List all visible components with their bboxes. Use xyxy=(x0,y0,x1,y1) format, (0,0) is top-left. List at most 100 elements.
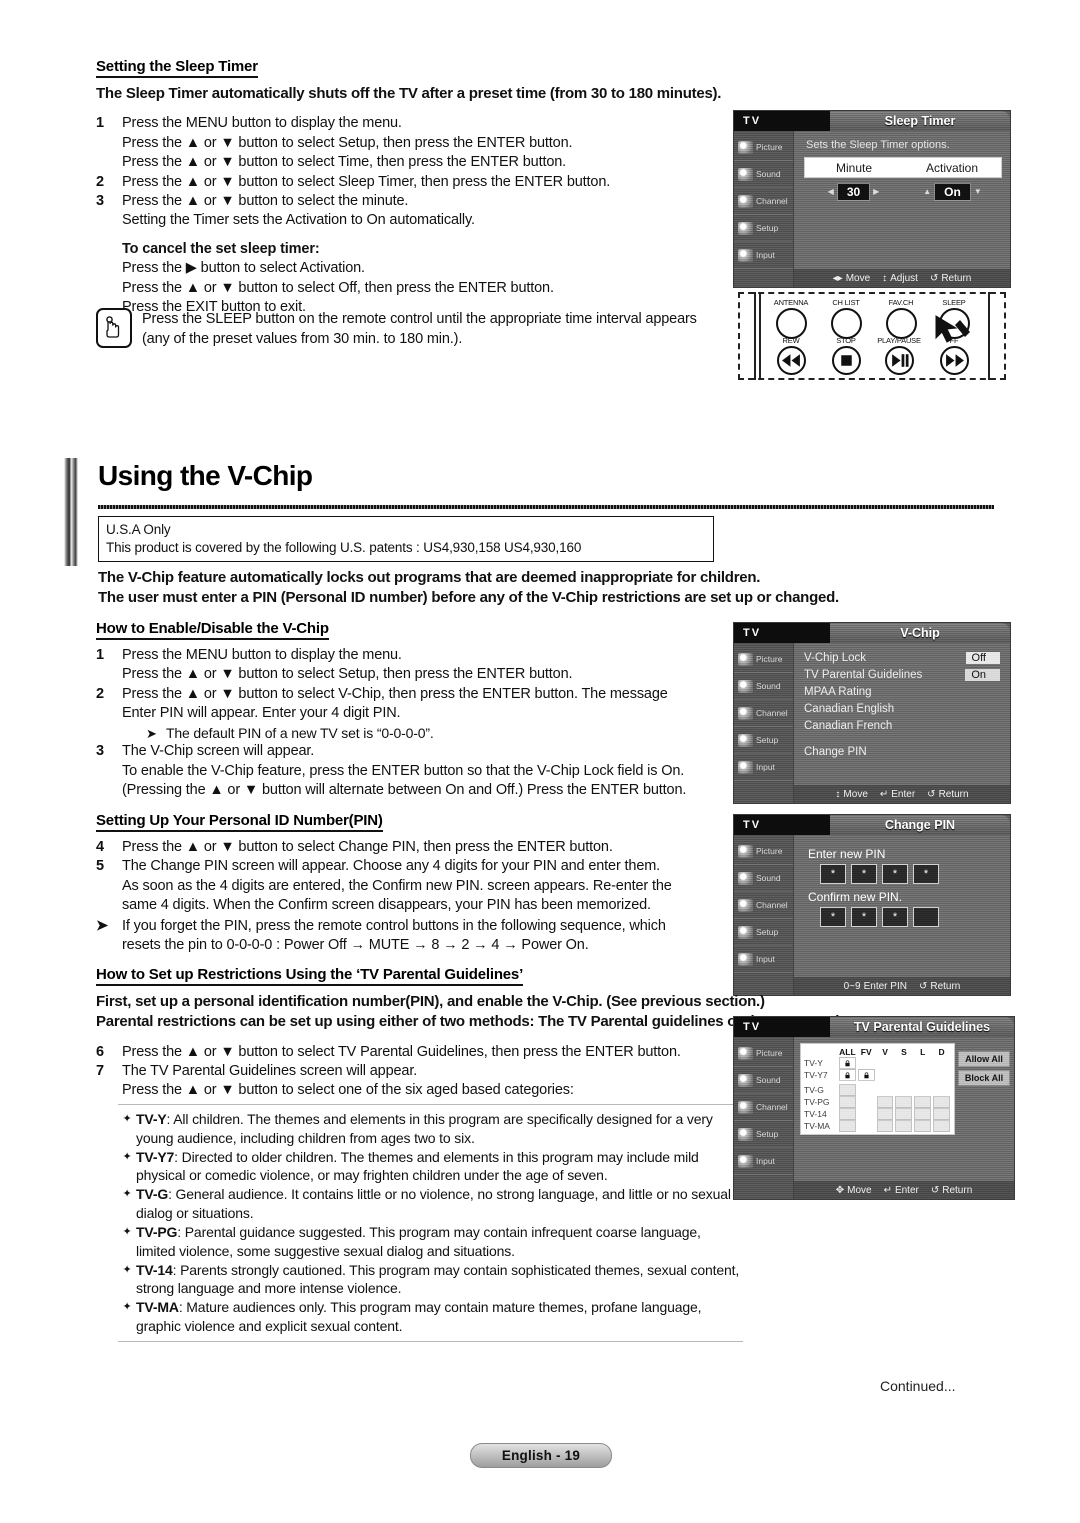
cell-open[interactable] xyxy=(914,1096,932,1108)
osd-sleep-timer[interactable]: TV Sleep Timer Picture Sound Channel Set… xyxy=(733,110,1011,288)
confirm-pin-field[interactable]: * * * xyxy=(820,907,1002,927)
osd-titlebar: TV Change PIN xyxy=(734,815,1010,835)
cell-empty[interactable] xyxy=(933,1069,950,1081)
allow-all-button[interactable]: Allow All xyxy=(958,1051,1010,1067)
cell-empty[interactable] xyxy=(933,1084,950,1096)
vchip-row-lock[interactable]: V-Chip Lock Off xyxy=(804,649,1002,666)
remote-button-stop[interactable]: STOP xyxy=(823,336,869,375)
osd-vchip[interactable]: TV V-Chip Picture Sound Channel Setup In… xyxy=(733,622,1011,804)
sidebar-item-picture[interactable]: Picture xyxy=(734,838,793,865)
osd-footer: ↕ Move ↵ Enter ↺ Return xyxy=(794,785,1010,803)
cell-empty[interactable] xyxy=(858,1084,875,1096)
cell-open[interactable] xyxy=(876,1120,894,1132)
sidebar-item-sound[interactable]: Sound xyxy=(734,865,793,892)
step-line: Press the ▲ or ▼ button to select the mi… xyxy=(122,192,409,209)
lock-icon xyxy=(845,1071,850,1078)
vchip-row-canadian-english[interactable]: Canadian English xyxy=(804,700,1002,717)
cell-open[interactable] xyxy=(839,1096,856,1108)
sidebar-item-picture[interactable]: Picture xyxy=(734,646,793,673)
cell-open[interactable] xyxy=(839,1108,856,1120)
cell-open[interactable] xyxy=(839,1120,856,1132)
cell-open[interactable] xyxy=(933,1096,950,1108)
cell-open[interactable] xyxy=(914,1120,932,1132)
osd-sidebar[interactable]: Picture Sound Channel Setup Input xyxy=(734,643,794,803)
cell-empty[interactable] xyxy=(933,1057,950,1069)
remote-button-playpause[interactable]: PLAY/PAUSE xyxy=(876,336,922,375)
sidebar-item-input[interactable]: Input xyxy=(734,242,793,269)
remote-button-chlist[interactable]: CH LIST xyxy=(823,298,869,339)
cell-empty[interactable] xyxy=(895,1057,912,1069)
sidebar-item-setup[interactable]: Setup xyxy=(734,727,793,754)
enter-new-pin-label: Enter new PIN xyxy=(808,847,886,861)
cell-open[interactable] xyxy=(933,1108,950,1120)
cell-open[interactable] xyxy=(895,1096,913,1108)
sidebar-item-picture[interactable]: Picture xyxy=(734,134,793,161)
sidebar-item-input[interactable]: Input xyxy=(734,754,793,781)
sidebar-item-setup[interactable]: Setup xyxy=(734,919,793,946)
remote-button-antenna[interactable]: ANTENNA xyxy=(768,298,814,339)
sidebar-item-sound[interactable]: Sound xyxy=(734,1067,793,1094)
cell-open[interactable] xyxy=(876,1096,894,1108)
sidebar-item-channel[interactable]: Channel xyxy=(734,188,793,215)
parental-guidelines-grid[interactable]: ALL FV V S L D TV-Y TV-Y7 TV-G TV-PG TV-… xyxy=(800,1043,955,1135)
row-label: TV-Y xyxy=(804,1058,823,1068)
sidebar-item-channel[interactable]: Channel xyxy=(734,1094,793,1121)
cell-empty[interactable] xyxy=(858,1096,875,1108)
osd-sidebar[interactable]: Picture Sound Channel Setup Input xyxy=(734,1037,794,1199)
remote-button-favch[interactable]: FAV.CH xyxy=(878,298,924,339)
cell-empty[interactable] xyxy=(858,1120,875,1132)
vchip-row-tvpg[interactable]: TV Parental Guidelines On xyxy=(804,666,1002,683)
grid-row-tv-y[interactable]: TV-Y xyxy=(804,1057,951,1069)
remote-button-rew[interactable]: REW xyxy=(768,336,814,375)
cell-open[interactable] xyxy=(895,1108,913,1120)
sidebar-label: Setup xyxy=(756,735,779,745)
cell-empty[interactable] xyxy=(858,1108,875,1120)
cell-empty[interactable] xyxy=(877,1069,894,1081)
vchip-row-canadian-french[interactable]: Canadian French xyxy=(804,717,1002,734)
grid-row-tv-14[interactable]: TV-14 xyxy=(804,1108,951,1120)
grid-row-tv-y7[interactable]: TV-Y7 xyxy=(804,1069,951,1081)
cell-lock[interactable] xyxy=(839,1057,856,1069)
cell-open[interactable] xyxy=(839,1084,856,1096)
step-line: Press the MENU button to display the men… xyxy=(122,647,402,663)
cell-open[interactable] xyxy=(895,1120,913,1132)
sidebar-item-channel[interactable]: Channel xyxy=(734,700,793,727)
cell-lock[interactable] xyxy=(839,1069,856,1081)
cell-empty[interactable] xyxy=(895,1069,912,1081)
sidebar-item-setup[interactable]: Setup xyxy=(734,215,793,242)
cell-empty[interactable] xyxy=(858,1057,875,1069)
osd-tv-parental-guidelines[interactable]: TV TV Parental Guidelines Picture Sound … xyxy=(733,1016,1015,1200)
sidebar-item-sound[interactable]: Sound xyxy=(734,673,793,700)
sound-icon xyxy=(738,1073,753,1087)
sidebar-item-setup[interactable]: Setup xyxy=(734,1121,793,1148)
rating-text: : Mature audiences only. This program ma… xyxy=(136,1299,702,1335)
enter-pin-field[interactable]: * * * * xyxy=(820,864,1002,884)
cell-open[interactable] xyxy=(914,1108,932,1120)
cell-open[interactable] xyxy=(933,1120,950,1132)
minute-field[interactable]: ◀ 30 ▶ xyxy=(804,182,903,201)
cell-lock[interactable] xyxy=(857,1069,875,1081)
enable-vchip-section: How to Enable/Disable the V-Chip 1 Press… xyxy=(96,620,756,800)
vchip-row-change-pin[interactable]: Change PIN xyxy=(804,743,1002,760)
sidebar-item-sound[interactable]: Sound xyxy=(734,161,793,188)
cell-empty[interactable] xyxy=(877,1084,894,1096)
confirm-new-pin-label: Confirm new PIN. xyxy=(808,890,903,904)
sidebar-item-input[interactable]: Input xyxy=(734,1148,793,1175)
grid-row-tv-ma[interactable]: TV-MA xyxy=(804,1120,951,1132)
input-icon xyxy=(738,952,753,966)
osd-sidebar[interactable]: Picture Sound Channel Setup Input xyxy=(734,131,794,287)
sidebar-item-channel[interactable]: Channel xyxy=(734,892,793,919)
cell-empty[interactable] xyxy=(914,1069,931,1081)
pin-digit: * xyxy=(851,907,877,927)
vchip-row-mpaa[interactable]: MPAA Rating xyxy=(804,683,1002,700)
cell-empty[interactable] xyxy=(895,1084,912,1096)
grid-row-tv-g[interactable]: TV-G xyxy=(804,1084,951,1096)
activation-field[interactable]: ▲ On ▼ xyxy=(903,182,1002,201)
block-all-button[interactable]: Block All xyxy=(958,1070,1010,1086)
cell-open[interactable] xyxy=(876,1108,894,1120)
cell-empty[interactable] xyxy=(914,1084,931,1096)
sidebar-item-picture[interactable]: Picture xyxy=(734,1040,793,1067)
cell-empty[interactable] xyxy=(914,1057,931,1069)
grid-row-tv-pg[interactable]: TV-PG xyxy=(804,1096,951,1108)
cell-empty[interactable] xyxy=(877,1057,894,1069)
